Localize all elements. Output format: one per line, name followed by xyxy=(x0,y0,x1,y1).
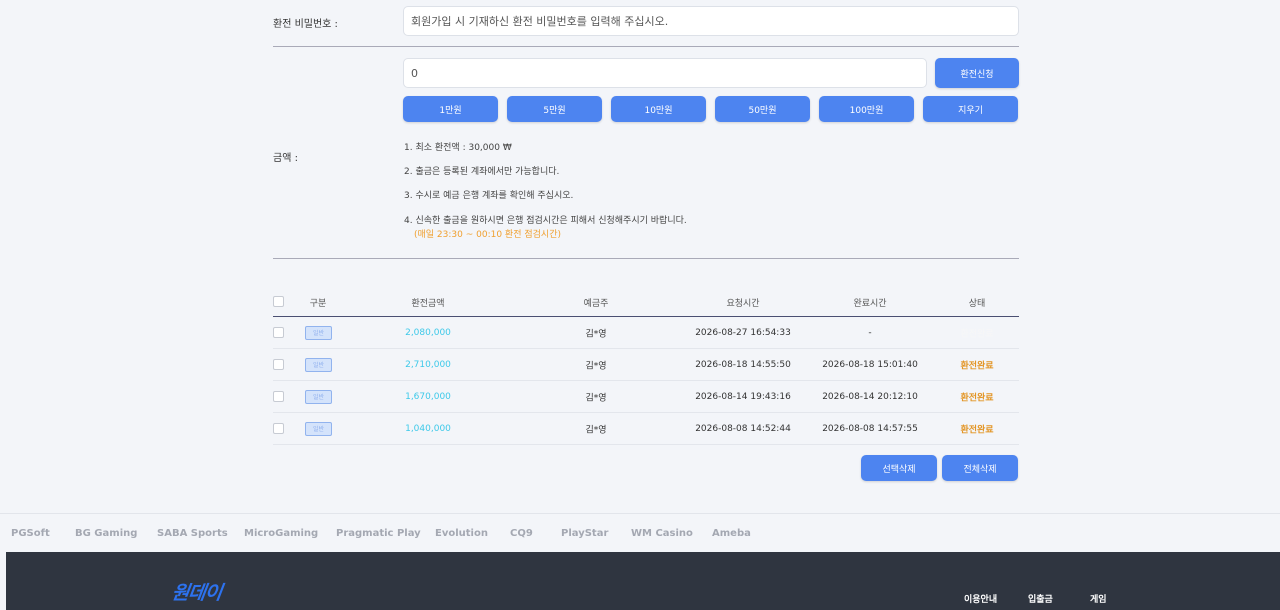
row-amount: 2,080,000 xyxy=(405,327,451,338)
provider-pgsoft[interactable]: PGSoft xyxy=(11,528,50,539)
quick-amount-1-button[interactable]: 1만원 xyxy=(403,96,498,122)
provider-cq9[interactable]: CQ9 xyxy=(510,528,533,539)
row-completed: 2026-08-14 20:12:10 xyxy=(822,391,918,402)
row-requested: 2026-08-27 16:54:33 xyxy=(695,327,791,338)
row-amount: 1,670,000 xyxy=(405,391,451,402)
row-requested: 2026-08-14 19:43:16 xyxy=(695,391,791,402)
divider-top xyxy=(273,46,1019,47)
row-requested: 2026-08-08 14:52:44 xyxy=(695,423,791,434)
type-badge: 일반 xyxy=(305,357,332,372)
quick-amount-5-button[interactable]: 5만원 xyxy=(507,96,602,122)
footer-logo[interactable]: 원데이 xyxy=(170,578,223,605)
header-holder: 예금주 xyxy=(583,299,609,309)
header-completed: 완료시간 xyxy=(853,299,887,309)
row-completed: - xyxy=(868,327,872,338)
notice-1: 1. 최소 환전액 : 30,000 ₩ xyxy=(404,143,512,153)
row-checkbox[interactable] xyxy=(273,359,284,370)
password-placeholder: 회원가입 시 기재하신 환전 비밀번호를 입력해 주십시오. xyxy=(411,15,669,28)
header-type: 구분 xyxy=(309,299,327,309)
provider-bg-gaming[interactable]: BG Gaming xyxy=(75,528,137,539)
type-badge: 일반 xyxy=(305,389,332,404)
table-row: 일반 2,080,000 김*영 2026-08-27 16:54:33 - 환… xyxy=(273,317,1019,349)
row-holder: 김*영 xyxy=(585,393,607,403)
select-all-checkbox[interactable] xyxy=(273,296,284,307)
quick-amount-100-button[interactable]: 100만원 xyxy=(819,96,914,122)
provider-microgaming[interactable]: MicroGaming xyxy=(244,528,318,539)
notice-4: 4. 신속한 출금을 원하시면 은행 점검시간은 피해서 신청해주시기 바랍니다… xyxy=(404,216,687,226)
delete-all-button[interactable]: 전체삭제 xyxy=(942,455,1018,481)
notice-2: 2. 출금은 등록된 계좌에서만 가능합니다. xyxy=(404,167,560,177)
amount-value: 0 xyxy=(411,66,418,80)
withdraw-submit-button[interactable]: 환전신청 xyxy=(935,58,1019,88)
row-status: 환전완료 xyxy=(960,361,994,371)
table-row: 일반 1,040,000 김*영 2026-08-08 14:52:44 202… xyxy=(273,413,1019,445)
clear-amount-button[interactable]: 지우기 xyxy=(923,96,1018,122)
divider-middle xyxy=(273,258,1019,259)
provider-strip: PGSoft BG Gaming SABA Sports MicroGaming… xyxy=(0,513,1280,553)
row-checkbox[interactable] xyxy=(273,423,284,434)
row-holder: 김*영 xyxy=(585,361,607,371)
delete-selected-button[interactable]: 선택삭제 xyxy=(861,455,937,481)
row-status: 환전완료 xyxy=(960,329,994,339)
footer: 원데이 이용안내 입출금 게임 xyxy=(6,552,1280,610)
quick-amount-50-button[interactable]: 50만원 xyxy=(715,96,810,122)
row-requested: 2026-08-18 14:55:50 xyxy=(695,359,791,370)
footer-nav-games[interactable]: 게임 xyxy=(1090,592,1107,605)
amount-label: 금액 : xyxy=(273,153,298,164)
notice-3: 3. 수시로 예금 은행 계좌를 확인해 주십시오. xyxy=(404,191,574,201)
provider-evolution[interactable]: Evolution xyxy=(435,528,488,539)
row-status: 환전완료 xyxy=(960,425,994,435)
provider-wm-casino[interactable]: WM Casino xyxy=(631,528,693,539)
amount-input[interactable]: 0 xyxy=(403,58,927,88)
quick-amount-10-button[interactable]: 10만원 xyxy=(611,96,706,122)
provider-pragmatic-play[interactable]: Pragmatic Play xyxy=(336,528,421,539)
row-status: 환전완료 xyxy=(960,393,994,403)
header-status: 상태 xyxy=(968,299,986,309)
table-row: 일반 2,710,000 김*영 2026-08-18 14:55:50 202… xyxy=(273,349,1019,381)
password-input[interactable]: 회원가입 시 기재하신 환전 비밀번호를 입력해 주십시오. xyxy=(403,6,1019,36)
provider-ameba[interactable]: Ameba xyxy=(712,528,751,539)
header-requested: 요청시간 xyxy=(726,299,760,309)
row-checkbox[interactable] xyxy=(273,391,284,402)
type-badge: 일반 xyxy=(305,325,332,340)
notice-maintenance-time: (매일 23:30 ~ 00:10 환전 점검시간) xyxy=(414,230,561,240)
password-label: 환전 비밀번호 : xyxy=(273,19,338,30)
row-holder: 김*영 xyxy=(585,329,607,339)
table-row: 일반 1,670,000 김*영 2026-08-14 19:43:16 202… xyxy=(273,381,1019,413)
row-completed: 2026-08-18 15:01:40 xyxy=(822,359,918,370)
row-checkbox[interactable] xyxy=(273,327,284,338)
type-badge: 일반 xyxy=(305,421,332,436)
row-completed: 2026-08-08 14:57:55 xyxy=(822,423,918,434)
row-amount: 2,710,000 xyxy=(405,359,451,370)
row-amount: 1,040,000 xyxy=(405,423,451,434)
header-amount: 환전금액 xyxy=(411,299,445,309)
row-holder: 김*영 xyxy=(585,425,607,435)
footer-nav-guide[interactable]: 이용안내 xyxy=(964,592,997,605)
footer-nav-deposit-withdraw[interactable]: 입출금 xyxy=(1028,592,1053,605)
provider-saba-sports[interactable]: SABA Sports xyxy=(157,528,228,539)
provider-playstar[interactable]: PlayStar xyxy=(561,528,608,539)
